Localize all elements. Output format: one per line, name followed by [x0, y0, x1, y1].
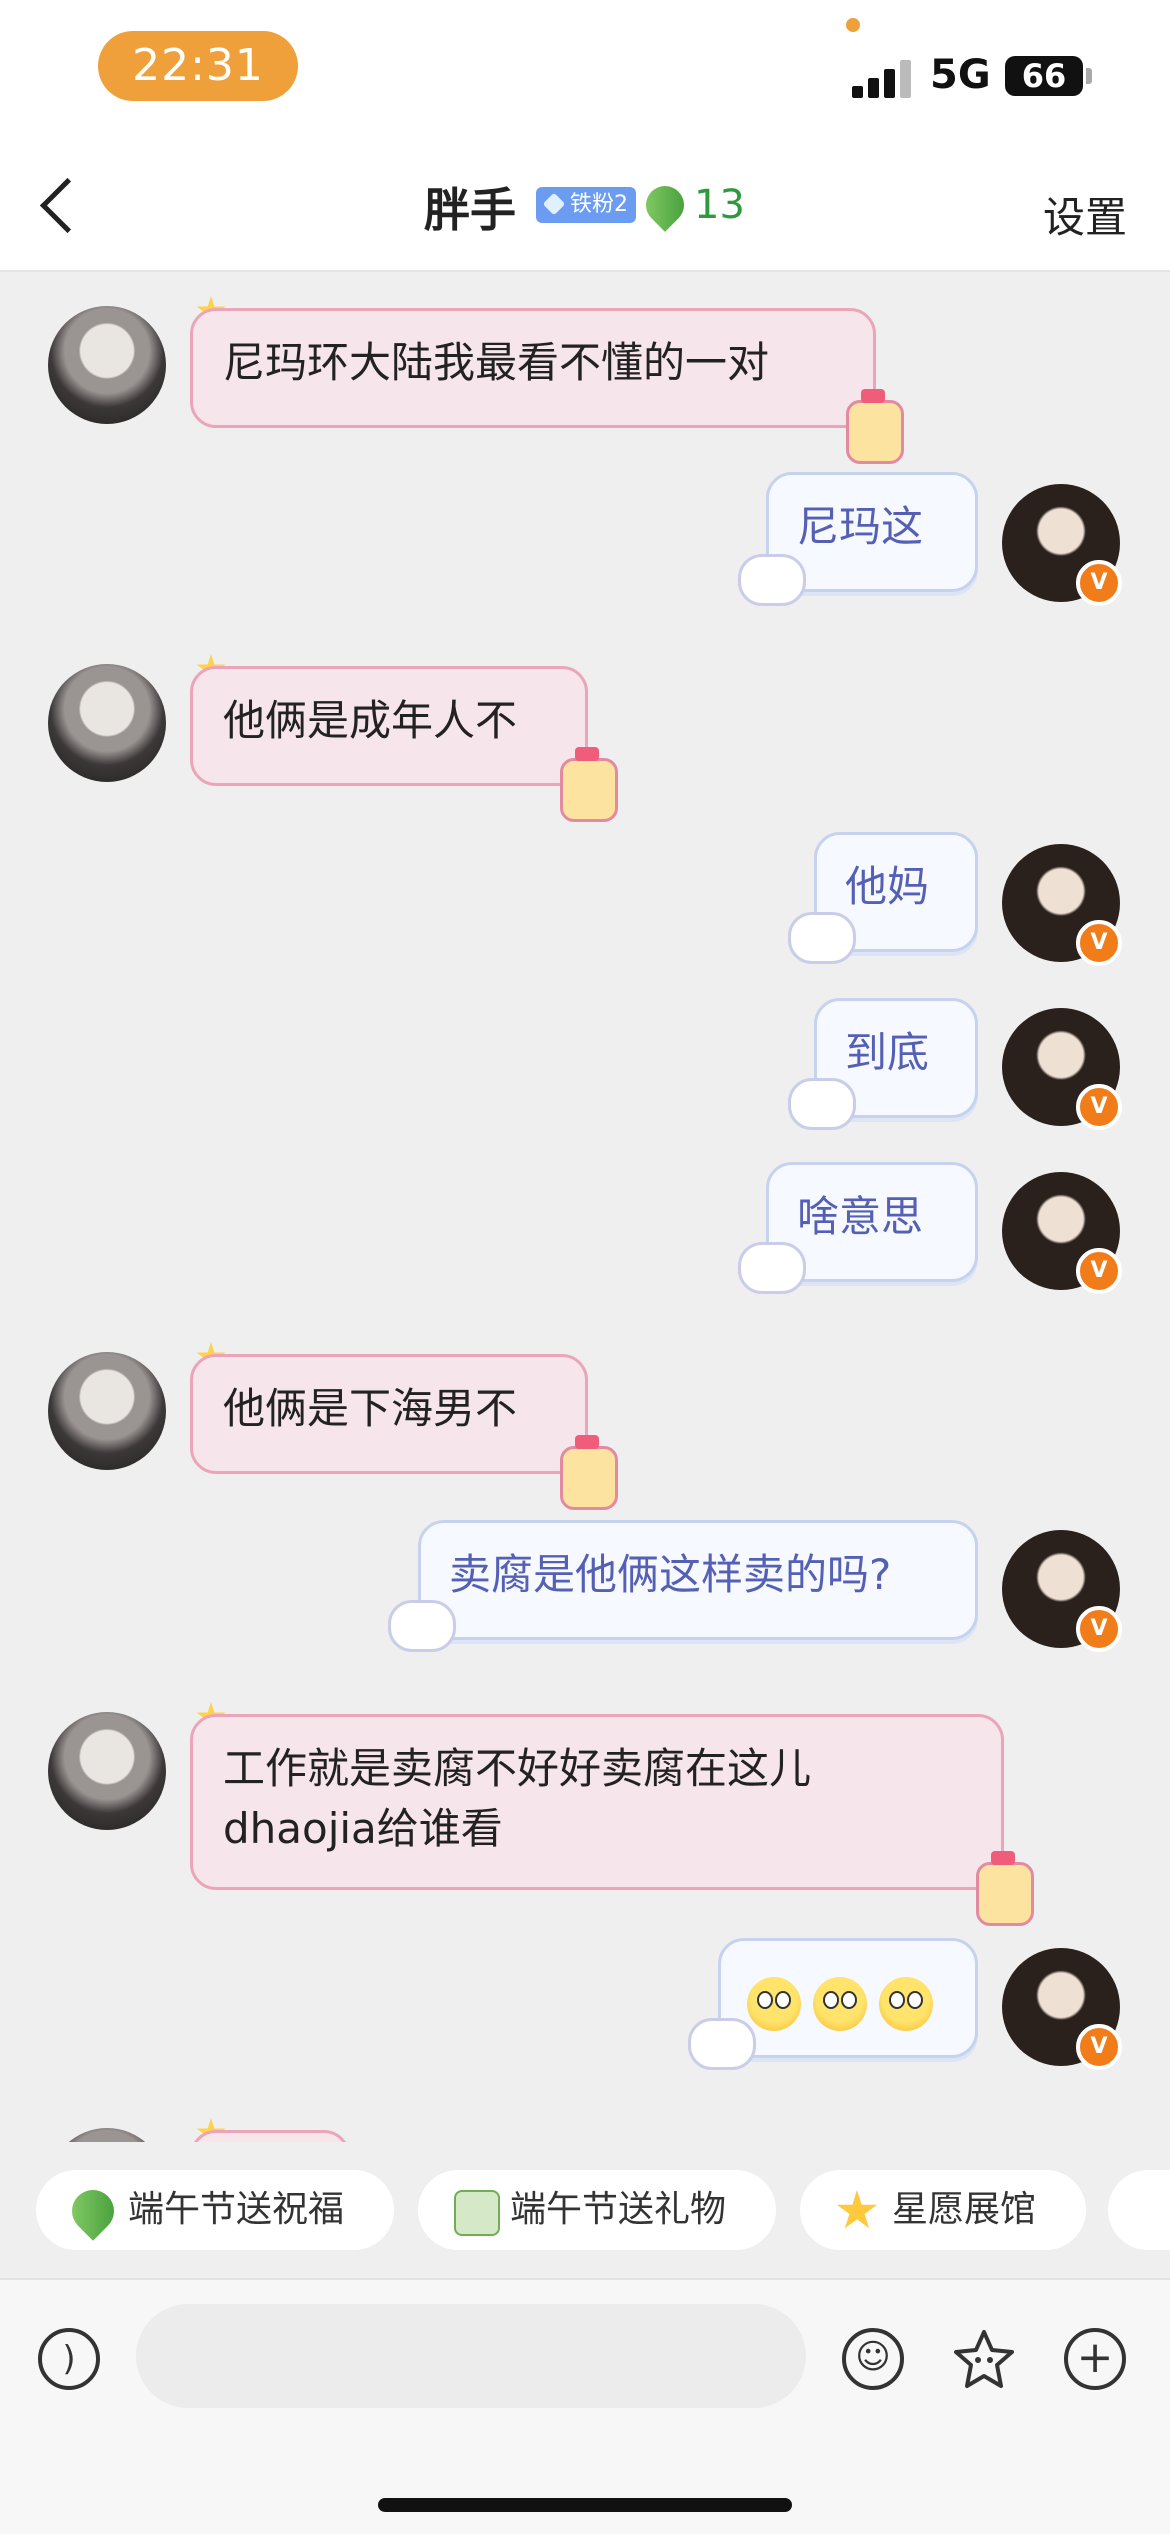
bubble-cloud-decoration	[788, 1078, 856, 1130]
message-line: dhaojia给谁看	[223, 1804, 503, 1853]
quick-action-chip[interactable]: 星愿展馆	[800, 2170, 1086, 2250]
flushed-face-emoji-icon	[813, 1976, 867, 2031]
verified-icon: V	[1076, 1606, 1122, 1652]
verified-icon: V	[1076, 1248, 1122, 1294]
bubble-bottle-decoration	[560, 747, 618, 822]
leaf-count: 13	[694, 182, 745, 228]
message-input-bar: ) ☺ +	[0, 2278, 1170, 2534]
bubble-cloud-decoration	[688, 2018, 756, 2070]
bubble-cloud-decoration	[738, 1242, 806, 1294]
verified-icon: V	[1076, 920, 1122, 966]
avatar[interactable]	[48, 2128, 166, 2142]
message-bubble[interactable]: 尼玛环大陆我最看不懂的一对	[190, 308, 876, 428]
chip-label: 端午节送礼物	[510, 2189, 727, 2230]
privacy-indicator-dot	[846, 18, 860, 32]
bubble-bottle-decoration	[846, 389, 904, 464]
zongzi-leaf-icon	[63, 2181, 123, 2241]
quick-action-chip-partial[interactable]	[1108, 2170, 1170, 2250]
avatar[interactable]	[48, 306, 166, 424]
chip-label: 星愿展馆	[892, 2189, 1037, 2230]
network-type: 5G	[930, 52, 991, 98]
avatar[interactable]	[48, 1352, 166, 1470]
flower-icon[interactable]	[950, 2326, 1018, 2394]
bubble-cloud-decoration	[788, 912, 856, 964]
bubble-cloud-decoration	[738, 554, 806, 606]
chip-label: 端午节送祝福	[128, 2189, 345, 2230]
message-input[interactable]	[136, 2304, 806, 2408]
status-time: 22:31	[98, 31, 298, 101]
avatar[interactable]	[48, 664, 166, 782]
message-line: 工作就是卖腐不好好卖腐在这儿	[223, 1744, 812, 1793]
dragon-boat-gift-icon	[454, 2190, 500, 2236]
message-bubble[interactable]: 他俩是成年人不	[190, 666, 588, 786]
flushed-face-emoji-icon	[747, 1976, 801, 2031]
flower-icon-shape	[954, 2330, 1014, 2388]
quick-action-chip[interactable]: 端午节送礼物	[418, 2170, 776, 2250]
settings-button[interactable]: 设置	[1043, 184, 1127, 245]
cellular-signal-icon	[852, 58, 912, 98]
quick-action-chip[interactable]: 端午节送祝福	[36, 2170, 394, 2250]
message-bubble[interactable]	[718, 1938, 978, 2058]
message-bubble[interactable]: 工作就是卖腐不好好卖腐在这儿 dhaojia给谁看	[190, 1714, 1004, 1890]
verified-icon: V	[1076, 560, 1122, 606]
quick-action-bar[interactable]: 端午节送祝福 端午节送礼物 星愿展馆	[0, 2142, 1170, 2278]
status-bar: 22:31 5G 66	[0, 0, 1170, 140]
verified-icon: V	[1076, 2024, 1122, 2070]
bubble-bottle-decoration	[560, 1435, 618, 1510]
chat-title[interactable]: 胖手	[424, 174, 516, 240]
flushed-face-emoji-icon	[879, 1976, 933, 2031]
message-bubble-partial[interactable]	[190, 2130, 350, 2142]
home-indicator[interactable]	[378, 2498, 792, 2512]
zongzi-leaf-icon	[638, 178, 692, 232]
avatar[interactable]	[48, 1712, 166, 1830]
battery-icon: 66	[1005, 56, 1083, 96]
chat-message-list[interactable]: 尼玛环大陆我最看不懂的一对 V 尼玛这 他俩是成年人不 V 他妈 V 到底 V …	[0, 272, 1170, 2142]
bubble-cloud-decoration	[388, 1600, 456, 1652]
back-arrow-icon[interactable]	[30, 170, 90, 240]
message-bubble[interactable]: 他俩是下海男不	[190, 1354, 588, 1474]
smiley-icon[interactable]: ☺	[842, 2328, 904, 2390]
star-icon	[836, 2190, 878, 2229]
fan-level-badge[interactable]: 铁粉2	[536, 187, 636, 223]
chat-header: 胖手 铁粉2 13 设置	[0, 140, 1170, 272]
verified-icon: V	[1076, 1084, 1122, 1130]
message-bubble[interactable]: 卖腐是他俩这样卖的吗?	[418, 1520, 978, 1640]
voice-icon[interactable]: )	[38, 2328, 100, 2390]
bubble-bottle-decoration	[976, 1851, 1034, 1926]
plus-icon[interactable]: +	[1064, 2328, 1126, 2390]
battery-tip	[1086, 68, 1092, 84]
